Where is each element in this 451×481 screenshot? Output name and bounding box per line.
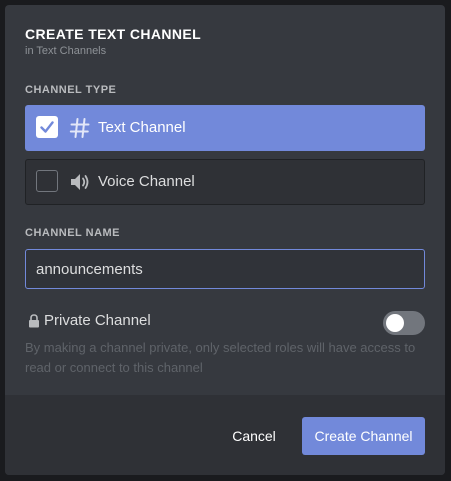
checkbox[interactable] (36, 170, 58, 192)
create-channel-button[interactable]: Create Channel (302, 417, 425, 455)
hash-icon (68, 116, 92, 140)
channel-name-label: CHANNEL NAME (25, 227, 121, 239)
modal-title: CREATE TEXT CHANNEL (25, 26, 202, 42)
modal-footer: Cancel Create Channel (5, 395, 445, 475)
channel-type-label: CHANNEL TYPE (25, 84, 117, 96)
checkbox[interactable] (36, 116, 58, 138)
cancel-button[interactable]: Cancel (220, 417, 288, 455)
checkmark-icon (40, 121, 54, 133)
private-channel-description: By making a channel private, only select… (25, 340, 416, 375)
voice-channel-label: Voice Channel (98, 173, 195, 190)
toggle-knob (386, 314, 404, 332)
modal-header: CREATE TEXT CHANNEL in Text Channels (25, 25, 201, 58)
create-channel-modal: CREATE TEXT CHANNEL in Text Channels CHA… (5, 5, 445, 475)
private-channel-toggle[interactable] (383, 311, 425, 335)
lock-icon (28, 314, 40, 328)
speaker-icon (68, 170, 92, 194)
private-channel-label: Private Channel (44, 312, 151, 329)
channel-name-input[interactable] (25, 249, 425, 289)
voice-channel-option[interactable]: Voice Channel (25, 159, 425, 205)
text-channel-option[interactable]: Text Channel (25, 105, 425, 151)
modal-subtitle: in Text Channels (25, 45, 107, 57)
private-channel-row: Private Channel (25, 311, 425, 335)
text-channel-label: Text Channel (98, 119, 186, 136)
